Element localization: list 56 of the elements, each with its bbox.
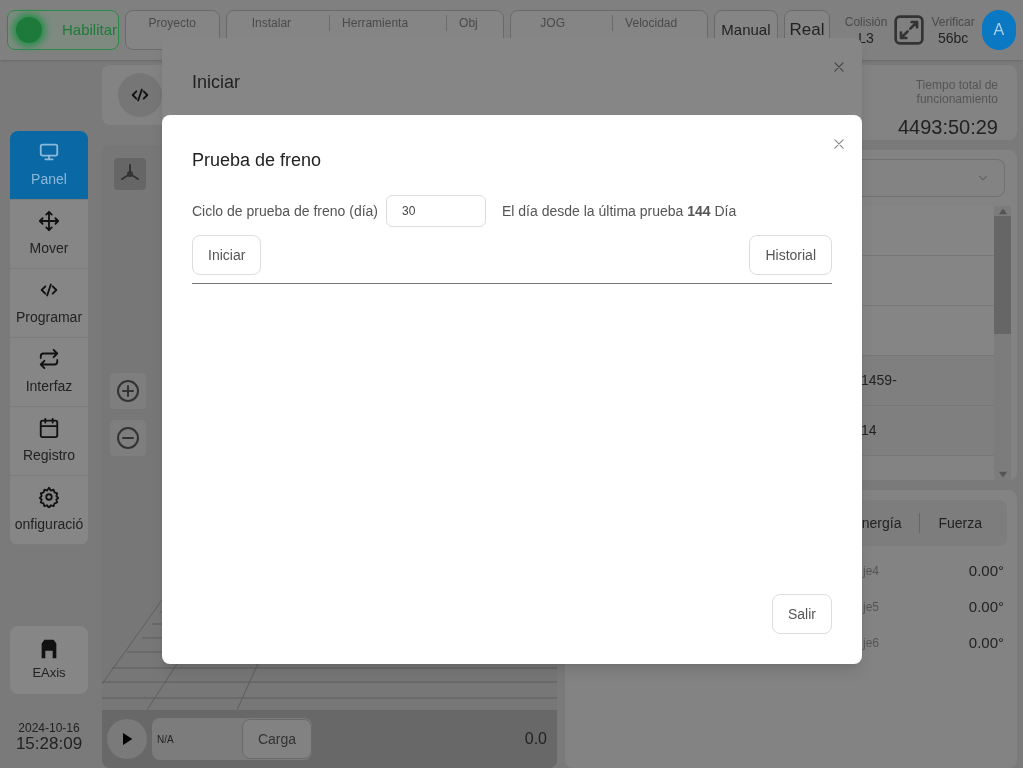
tab[interactable]: nergía (861, 512, 902, 534)
extra-axis-button[interactable]: EAxis (10, 626, 88, 694)
view-axes-button[interactable] (114, 158, 146, 190)
expand-button[interactable] (893, 14, 926, 46)
tab[interactable]: Fuerza (938, 512, 982, 534)
move-arrows-icon (38, 209, 60, 232)
code-button[interactable] (118, 73, 162, 117)
scroll-thumb[interactable] (994, 216, 1011, 334)
start-button[interactable]: Iniciar (192, 235, 262, 275)
close-button[interactable] (832, 60, 846, 74)
sidebar-item[interactable]: Registro (10, 407, 88, 476)
status-label: Proyecto (148, 15, 196, 31)
sidebar-item[interactable]: Panel (10, 131, 88, 200)
calendar-icon (38, 416, 60, 439)
user-avatar[interactable]: A (981, 10, 1016, 50)
cycle-label: Ciclo de prueba de freno (día) (192, 201, 378, 221)
status-label: Velocidad (625, 15, 678, 31)
joint-value: 0.00° (968, 560, 1004, 581)
field-value: N/A (157, 732, 174, 747)
close-icon (832, 137, 846, 151)
joint-value: 0.00° (968, 596, 1004, 617)
date-text: 2024-10-16 (18, 720, 80, 736)
sidebar-item[interactable]: Mover (10, 200, 88, 269)
dialog-title: Iniciar (192, 71, 240, 94)
status-label: Obj (459, 15, 478, 31)
sidebar-item[interactable]: onfiguració (10, 476, 88, 545)
sidebar-item[interactable]: Programar (10, 269, 88, 338)
sidebar-item[interactable]: Interfaz (10, 338, 88, 407)
play-button[interactable] (107, 719, 147, 759)
settings-icon (38, 485, 60, 508)
program-field[interactable]: N/A Carga (152, 718, 312, 760)
dialog-title: Prueba de freno (192, 149, 323, 172)
swap-arrows-icon (38, 347, 60, 370)
load-button[interactable]: Carga (242, 719, 312, 759)
status-label: Herramienta (342, 15, 409, 31)
expand-icon (893, 14, 926, 46)
enable-label: Habilitar (62, 19, 118, 40)
reading-text: 0.0 (524, 729, 547, 749)
cycle-input[interactable]: 30 (386, 195, 486, 227)
zoom-in-button[interactable] (110, 373, 146, 409)
time-text: 15:28:09 (15, 736, 83, 752)
history-button[interactable]: Historial (749, 235, 832, 275)
status-label: JOG (540, 15, 565, 31)
status-label: Instalar (251, 15, 292, 31)
last-test-text: El día desde la última prueba 144 Día (502, 201, 737, 221)
scroll-down-icon (996, 470, 1009, 480)
joint-value: 0.00° (968, 632, 1004, 653)
exit-button[interactable]: Salir (772, 594, 832, 634)
runtime-value: 4493:50:29 (897, 115, 998, 140)
zoom-out-icon (116, 426, 140, 450)
close-icon (832, 60, 846, 74)
scrollbar[interactable] (994, 206, 1011, 480)
zoom-out-button[interactable] (110, 420, 146, 456)
close-button[interactable] (832, 137, 846, 151)
verify-value: 56bc (937, 30, 969, 46)
zoom-in-icon (116, 379, 140, 403)
